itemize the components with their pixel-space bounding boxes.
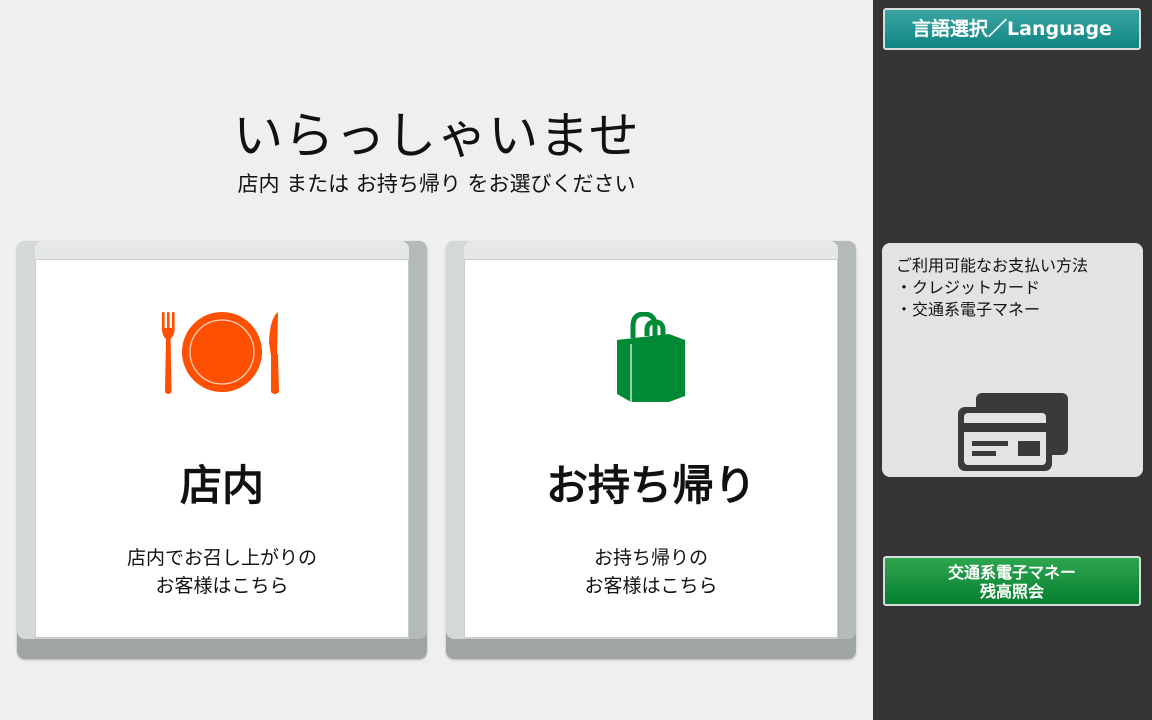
- eat-in-label: 店内: [179, 461, 264, 510]
- instruction-text: 店内 または お持ち帰り をお選びください: [237, 172, 636, 196]
- shopping-bag-icon: [615, 311, 687, 408]
- eat-in-button-face[interactable]: 店内 店内でお召し上がりの お客様はこちら: [36, 260, 408, 637]
- payment-methods-panel: ご利用可能なお支払い方法 ・クレジットカード ・交通系電子マネー: [882, 243, 1143, 477]
- eat-in-button[interactable]: 店内 店内でお召し上がりの お客様はこちら: [17, 241, 427, 659]
- eat-in-description: 店内でお召し上がりの お客様はこちら: [36, 544, 408, 600]
- takeout-description: お持ち帰りの お客様はこちら: [465, 544, 837, 600]
- main-area: いらっしゃいませ 店内 または お持ち帰り をお選びください 店内 店内でお召し…: [0, 0, 873, 720]
- takeout-button-face[interactable]: お持ち帰り お持ち帰りの お客様はこちら: [465, 260, 837, 637]
- takeout-label: お持ち帰り: [545, 461, 756, 510]
- takeout-button[interactable]: お持ち帰り お持ち帰りの お客様はこちら: [446, 241, 856, 659]
- takeout-desc-line2: お客様はこちら: [584, 575, 718, 597]
- balance-inquiry-button[interactable]: 交通系電子マネー 残高照会: [883, 556, 1141, 606]
- payment-title: ご利用可能なお支払い方法: [896, 256, 1089, 275]
- balance-button-line1: 交通系電子マネー: [947, 563, 1076, 582]
- credit-card-icon: [958, 393, 1070, 479]
- takeout-desc-line1: お持ち帰りの: [593, 547, 708, 569]
- language-button[interactable]: 言語選択／Language: [883, 8, 1141, 50]
- eat-in-desc-line2: お客様はこちら: [155, 575, 289, 597]
- eat-in-desc-line1: 店内でお召し上がりの: [126, 547, 317, 569]
- plate-cutlery-icon: [160, 312, 284, 400]
- balance-button-line2: 残高照会: [979, 582, 1044, 601]
- payment-method-emoney: ・交通系電子マネー: [896, 300, 1041, 319]
- welcome-title: いらっしゃいませ: [233, 107, 640, 165]
- payment-method-credit: ・クレジットカード: [896, 278, 1041, 297]
